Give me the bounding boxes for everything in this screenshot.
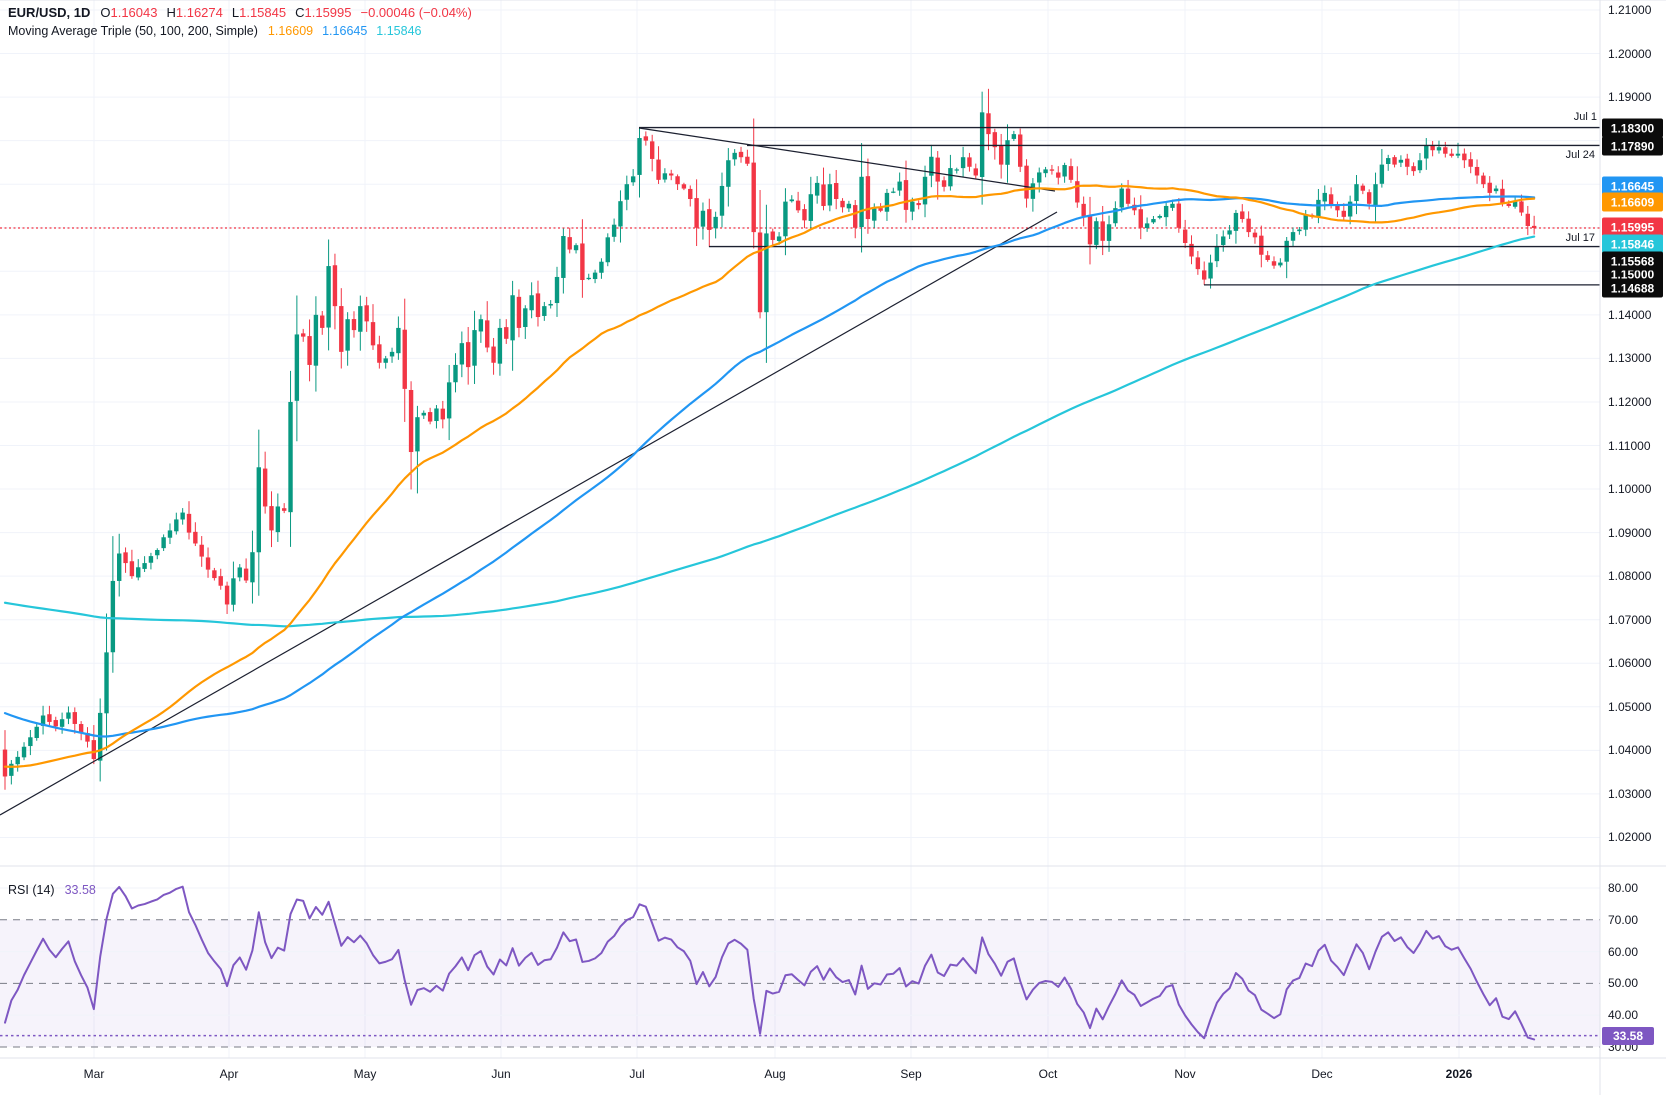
- time-tick: Sep: [900, 1067, 921, 1081]
- rsi-tick: 70.00: [1608, 913, 1638, 927]
- chart-window: EUR/USD, 1D O1.16043 H1.16274 L1.15845 C…: [0, 0, 1666, 1095]
- rsi-title: RSI (14): [8, 883, 55, 897]
- ma100-value: 1.16645: [322, 24, 367, 38]
- price-tick: 1.21000: [1608, 3, 1651, 17]
- price-tick: 1.03000: [1608, 787, 1651, 801]
- time-tick: Jun: [491, 1067, 510, 1081]
- low-value: L1.15845: [232, 5, 286, 20]
- price-tick: 1.20000: [1608, 47, 1651, 61]
- price-tick: 1.10000: [1608, 482, 1651, 496]
- price-tick: 1.04000: [1608, 743, 1651, 757]
- price-tick: 1.14000: [1608, 308, 1651, 322]
- price-tick: 1.13000: [1608, 351, 1651, 365]
- open-value: O1.16043: [100, 5, 157, 20]
- time-tick: Aug: [764, 1067, 785, 1081]
- price-tick: 1.06000: [1608, 656, 1651, 670]
- chart-canvas[interactable]: [0, 0, 1666, 1095]
- rsi-tick: 80.00: [1608, 881, 1638, 895]
- time-tick: Dec: [1311, 1067, 1332, 1081]
- annotation-date-label: Jul 24: [1566, 149, 1595, 161]
- price-badge: 1.14688: [1602, 279, 1663, 298]
- ma-row: Moving Average Triple (50, 100, 200, Sim…: [8, 24, 472, 43]
- rsi-value: 33.58: [65, 883, 96, 897]
- time-tick: Mar: [84, 1067, 105, 1081]
- ma200-value: 1.15846: [376, 24, 421, 38]
- symbol-title: EUR/USD, 1D: [8, 5, 90, 20]
- price-tick: 1.08000: [1608, 569, 1651, 583]
- price-tick: 1.12000: [1608, 395, 1651, 409]
- price-badge: 1.16609: [1602, 193, 1663, 212]
- time-tick: 2026: [1446, 1067, 1473, 1081]
- time-tick: May: [354, 1067, 377, 1081]
- time-tick: Oct: [1039, 1067, 1058, 1081]
- change-value: −0.00046 (−0.04%): [361, 5, 472, 20]
- price-tick: 1.05000: [1608, 700, 1651, 714]
- time-tick: Apr: [220, 1067, 239, 1081]
- time-tick: Jul: [629, 1067, 644, 1081]
- rsi-tick: 60.00: [1608, 945, 1638, 959]
- ma50-value: 1.16609: [268, 24, 313, 38]
- time-scale[interactable]: Mar Apr May Jun Jul Aug Sep Oct Nov Dec 2026: [0, 1058, 1600, 1095]
- price-tick: 1.07000: [1608, 613, 1651, 627]
- ma-indicator-title: Moving Average Triple (50, 100, 200, Sim…: [8, 24, 258, 38]
- rsi-legend: RSI (14) 33.58: [8, 883, 96, 897]
- symbol-legend: EUR/USD, 1D O1.16043 H1.16274 L1.15845 C…: [8, 5, 472, 43]
- price-tick: 1.11000: [1608, 439, 1651, 453]
- rsi-badge: 33.58: [1602, 1027, 1654, 1045]
- price-badge: 1.18300: [1602, 119, 1663, 138]
- ohlc-row: EUR/USD, 1D O1.16043 H1.16274 L1.15845 C…: [8, 5, 472, 24]
- price-tick: 1.09000: [1608, 526, 1651, 540]
- rsi-tick: 40.00: [1608, 1008, 1638, 1022]
- price-tick: 1.19000: [1608, 90, 1651, 104]
- rsi-tick: 50.00: [1608, 976, 1638, 990]
- price-badge: 1.15568: [1602, 252, 1663, 271]
- price-scale[interactable]: 1.21000 1.20000 1.19000 1.14000 1.13000 1.120…: [1600, 0, 1666, 1095]
- close-value: C1.15995: [295, 5, 351, 20]
- price-badge: 1.17890: [1602, 137, 1663, 156]
- annotation-date-label: Jul 1: [1574, 111, 1597, 123]
- high-value: H1.16274: [166, 5, 222, 20]
- price-tick: 1.02000: [1608, 830, 1651, 844]
- time-tick: Nov: [1174, 1067, 1195, 1081]
- annotation-date-label: Jul 17: [1566, 232, 1595, 244]
